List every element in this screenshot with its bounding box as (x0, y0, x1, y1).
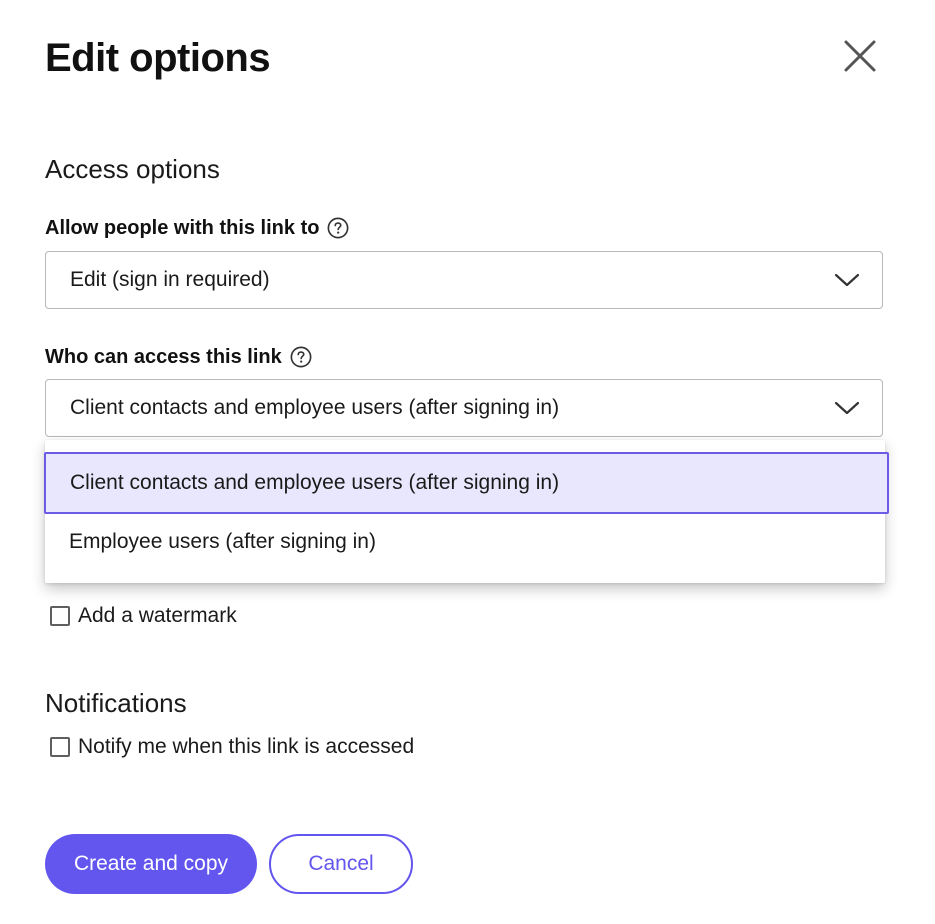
watermark-checkbox-row[interactable]: Add a watermark (50, 604, 237, 628)
dropdown-option-label: Client contacts and employee users (afte… (70, 471, 560, 494)
permission-label-row: Allow people with this link to (45, 214, 349, 242)
close-button[interactable] (836, 32, 884, 80)
dialog-title: Edit options (45, 36, 271, 80)
watermark-label: Add a watermark (78, 604, 237, 627)
cancel-button[interactable]: Cancel (269, 834, 413, 894)
question-circle-icon[interactable] (327, 217, 349, 239)
audience-select-value: Client contacts and employee users (afte… (70, 396, 560, 419)
notify-label: Notify me when this link is accessed (78, 735, 415, 758)
close-icon (844, 40, 876, 72)
permission-select[interactable]: Edit (sign in required) (45, 251, 883, 309)
watermark-checkbox[interactable] (50, 606, 70, 626)
notify-checkbox-row[interactable]: Notify me when this link is accessed (50, 735, 414, 759)
access-options-heading: Access options (45, 154, 220, 184)
dropdown-option-client-contacts[interactable]: Client contacts and employee users (afte… (44, 452, 889, 514)
dropdown-option-label: Employee users (after signing in) (69, 530, 376, 553)
dropdown-option-employee-users[interactable]: Employee users (after signing in) (45, 514, 885, 570)
audience-dropdown-menu: Client contacts and employee users (afte… (44, 440, 889, 583)
create-and-copy-button[interactable]: Create and copy (45, 834, 257, 894)
notify-checkbox[interactable] (50, 737, 70, 757)
chevron-down-icon (834, 273, 860, 287)
audience-label-row: Who can access this link (45, 343, 312, 371)
permission-label: Allow people with this link to (45, 217, 320, 239)
permission-select-value: Edit (sign in required) (70, 268, 270, 291)
audience-select[interactable]: Client contacts and employee users (afte… (45, 379, 883, 437)
notifications-heading: Notifications (45, 688, 187, 718)
audience-label: Who can access this link (45, 346, 282, 368)
chevron-down-icon (834, 401, 860, 415)
question-circle-icon[interactable] (290, 346, 312, 368)
